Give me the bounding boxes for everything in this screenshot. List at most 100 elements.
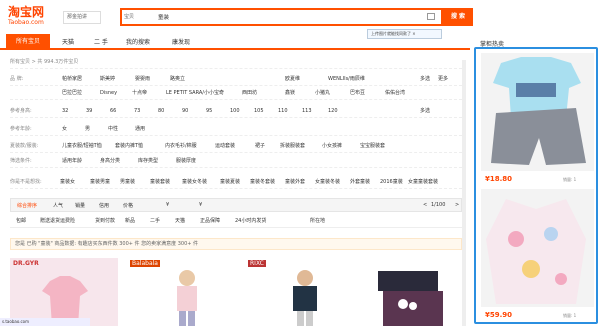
filter-value[interactable]: 39 [86, 104, 92, 118]
filter-value[interactable]: 巴拉巴拉 [62, 86, 82, 100]
filter-value[interactable]: 113 [302, 104, 312, 118]
filter-value[interactable]: 110 [278, 104, 288, 118]
filter-value[interactable]: 小女孩裤 [322, 139, 342, 153]
related-link[interactable]: 童装外套 [285, 175, 305, 189]
filter-value[interactable]: 套装内裤T恤 [115, 139, 143, 153]
filter-value[interactable]: 73 [134, 104, 140, 118]
filter-value[interactable]: 32 [62, 104, 68, 118]
sort-price[interactable]: 价格 [123, 202, 133, 209]
related-link[interactable]: 童装女冬装 [182, 175, 207, 189]
search-scope-dropdown[interactable]: 宝贝 [124, 13, 134, 20]
tab-second-hand[interactable]: 二 手 [94, 37, 108, 46]
floral-jacket-image [486, 199, 586, 304]
related-link[interactable]: 2016童装 [380, 175, 403, 189]
filter-dropdown[interactable]: 身高分类 [100, 154, 120, 168]
checkbox-genuine[interactable]: 正品保障 [200, 217, 220, 224]
filter-value[interactable]: Disney [100, 86, 117, 100]
related-link[interactable]: 女童装冬装 [315, 175, 340, 189]
filter-dropdown[interactable]: 库存类型 [138, 154, 158, 168]
filter-value[interactable]: 路奥立 [170, 72, 185, 86]
filter-value[interactable]: 120 [328, 104, 338, 118]
search-box[interactable]: 宝贝 童装 [120, 8, 443, 26]
filter-value[interactable]: 通用 [135, 122, 145, 136]
filter-value[interactable]: 小猪丸 [315, 86, 330, 100]
checkbox-new[interactable]: 新品 [125, 217, 135, 224]
tab-tmall[interactable]: 天猫 [62, 37, 74, 46]
filter-value[interactable]: LE PETIT SARA/小小宝奇 [166, 86, 224, 100]
filter-value[interactable]: 100 [230, 104, 240, 118]
filter-value[interactable]: 欧夏维 [285, 72, 300, 86]
filter-value[interactable]: 80 [158, 104, 164, 118]
filter-value[interactable]: 儿童衣服/短袖T恤 [62, 139, 102, 153]
filter-summary-row: 所有宝贝 > 共 994.3万件宝贝 [10, 55, 462, 69]
related-link[interactable]: 童装女 [60, 175, 75, 189]
filter-value[interactable]: 拆装服装套 [280, 139, 305, 153]
sort-default[interactable]: 综合排序 [17, 202, 37, 209]
region-selector[interactable]: 那金拍讲 [63, 11, 101, 24]
sort-popularity[interactable]: 人气 [53, 202, 63, 209]
search-input[interactable]: 童装 [158, 13, 169, 21]
product-card[interactable]: DR.GYR [10, 258, 118, 326]
tab-discover[interactable]: 康发现 [172, 37, 190, 46]
filter-value[interactable]: 女 [62, 122, 67, 136]
hot-item-image[interactable] [481, 189, 594, 307]
filter-value[interactable]: 105 [254, 104, 264, 118]
hot-item-image[interactable] [481, 53, 594, 171]
filter-value[interactable]: 内衣毛衫/棉服 [165, 139, 197, 153]
filter-value[interactable]: 90 [182, 104, 188, 118]
filter-value[interactable]: 帕桥家居 [62, 72, 82, 86]
filter-value[interactable]: 斯美婷 [100, 72, 115, 86]
checkbox-second-hand[interactable]: 二手 [150, 217, 160, 224]
filter-value[interactable]: 鑫镁 [285, 86, 295, 100]
related-link[interactable]: 童装男童 [90, 175, 110, 189]
location-dropdown[interactable]: 所在地 [310, 217, 325, 224]
filter-value[interactable]: 巴布豆 [350, 86, 365, 100]
filter-dropdown[interactable]: 适用年龄 [62, 154, 82, 168]
related-link[interactable]: 童装夏装 [220, 175, 240, 189]
checkbox-return-insurance[interactable]: 赠送退货运费险 [40, 217, 75, 224]
clothing-stack-image [378, 271, 443, 326]
checkbox-free-shipping[interactable]: 包邮 [16, 217, 26, 224]
filter-value[interactable]: 婴婴雨 [135, 72, 150, 86]
prev-page-button[interactable]: < [423, 202, 427, 208]
scrollbar[interactable] [462, 60, 466, 326]
filter-value[interactable]: 佑佑台湾 [385, 86, 405, 100]
related-link[interactable]: 外套童装 [350, 175, 370, 189]
product-card[interactable] [363, 258, 462, 326]
camera-icon[interactable] [427, 13, 435, 20]
filter-value[interactable]: 95 [206, 104, 212, 118]
filter-value[interactable]: 裙子 [255, 139, 265, 153]
checkbox-24h-delivery[interactable]: 24小时内发货 [235, 217, 266, 224]
related-link[interactable]: 童装冬套装 [250, 175, 275, 189]
filter-value[interactable]: 西田坊 [242, 86, 257, 100]
tab-my-search[interactable]: 我的搜索 [126, 37, 150, 46]
price-min-input[interactable]: ¥ [166, 202, 169, 208]
related-link[interactable]: 童装套装 [150, 175, 170, 189]
price-max-input[interactable]: ¥ [199, 202, 202, 208]
product-brand: RIXC [248, 260, 266, 267]
next-page-button[interactable]: > [455, 202, 459, 208]
related-link[interactable]: 女童童装套装 [408, 175, 438, 189]
sort-credit[interactable]: 信用 [99, 202, 109, 209]
more-button[interactable]: 更多 [438, 72, 448, 86]
tab-all-items[interactable]: 所有宝贝 [6, 34, 50, 50]
filter-dropdown[interactable]: 服装厚度 [176, 154, 196, 168]
filter-value[interactable]: 66 [110, 104, 116, 118]
taobao-logo[interactable]: 淘宝网 [8, 6, 44, 18]
filter-value[interactable]: 中性 [108, 122, 118, 136]
filter-label: 参考年龄: [10, 126, 32, 132]
checkbox-cod[interactable]: 货到付款 [95, 217, 115, 224]
filter-value[interactable]: 男 [85, 122, 90, 136]
product-card[interactable]: Balabala [127, 258, 235, 326]
multi-select-button[interactable]: 多选 [420, 104, 430, 118]
product-card[interactable]: RIXC [245, 258, 353, 326]
sort-sales[interactable]: 销量 [75, 202, 85, 209]
search-button[interactable]: 搜 索 [443, 8, 473, 26]
filter-value[interactable]: WENLIIs/雨辰维 [328, 72, 365, 86]
multi-select-button[interactable]: 多选 [420, 72, 430, 86]
checkbox-tmall[interactable]: 天猫 [175, 217, 185, 224]
filter-value[interactable]: 运动套装 [215, 139, 235, 153]
filter-value[interactable]: 宝宝服装套 [360, 139, 385, 153]
filter-value[interactable]: 十点帝 [132, 86, 147, 100]
related-link[interactable]: 男童装 [120, 175, 135, 189]
